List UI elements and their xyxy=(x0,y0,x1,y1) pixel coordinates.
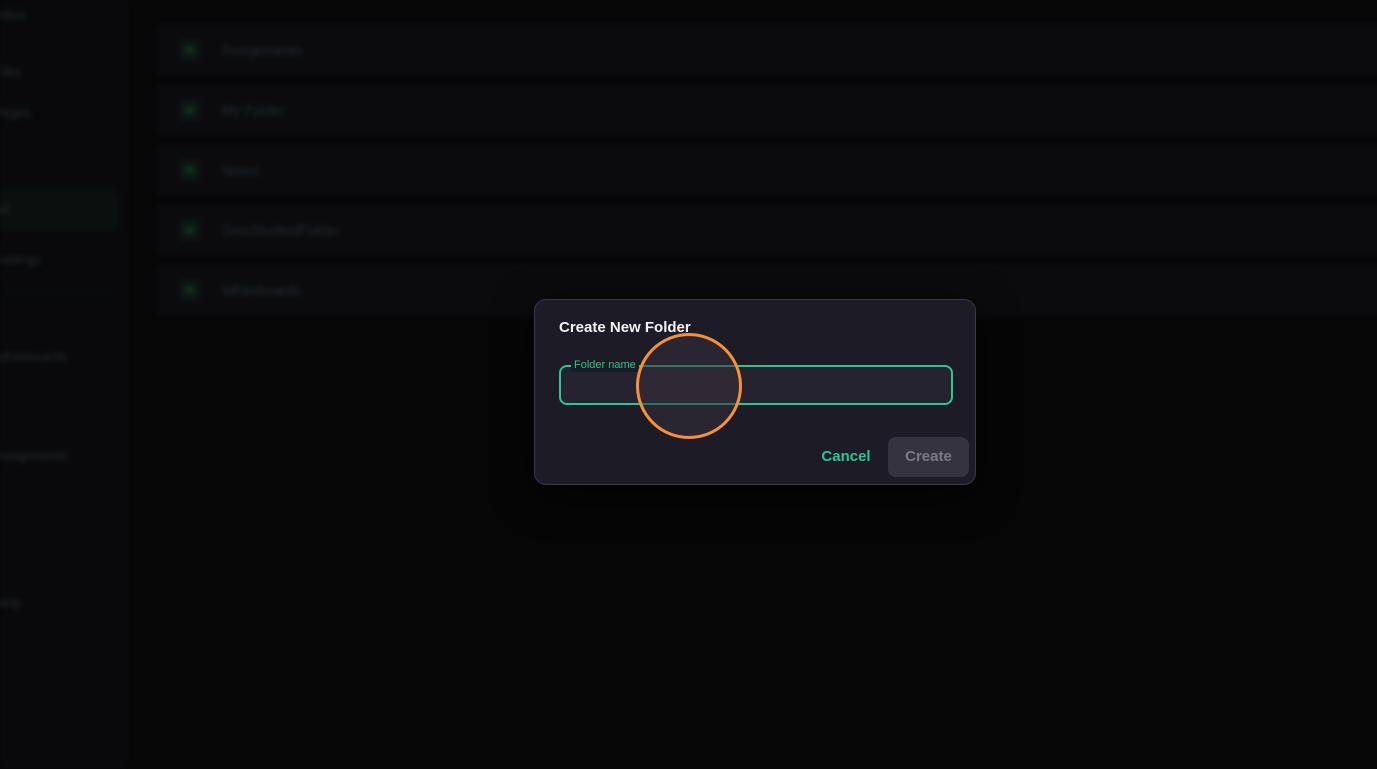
create-folder-dialog: Create New Folder Folder name Cancel Cre… xyxy=(534,299,976,485)
dialog-title: Create New Folder xyxy=(559,319,691,336)
folder-name-field[interactable]: Folder name xyxy=(559,358,953,405)
folder-name-label: Folder name xyxy=(571,358,639,372)
app-window: Inbox Files Pages All Settings Whiteboar… xyxy=(0,0,1377,769)
folder-name-input[interactable] xyxy=(561,367,951,403)
create-button[interactable]: Create xyxy=(888,437,969,477)
cancel-button[interactable]: Cancel xyxy=(809,437,883,477)
